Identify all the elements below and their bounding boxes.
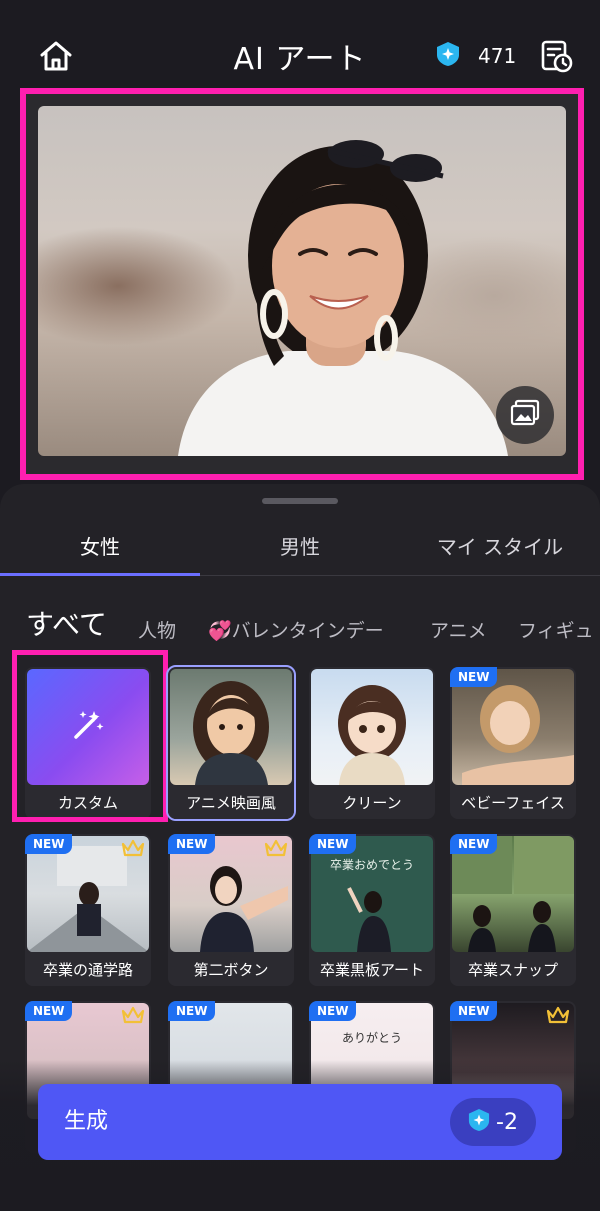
new-badge: NEW <box>25 1001 73 1021</box>
style-label: ベビーフェイス <box>450 787 576 819</box>
clean-image <box>311 669 433 785</box>
generate-button[interactable]: 生成 -2 <box>38 1084 562 1160</box>
new-badge: NEW <box>309 1001 357 1021</box>
category-bar: すべて 人物 💞バレンタインデー アニメ フィギュ <box>0 602 600 652</box>
style-tile-second-button[interactable]: NEW 第二ボタン <box>168 834 294 986</box>
generate-cost: -2 <box>450 1098 536 1146</box>
style-label: 卒業の通学路 <box>25 954 151 986</box>
crown-icon <box>121 838 145 858</box>
anime-girl-illustration <box>193 681 269 785</box>
category-person[interactable]: 人物 <box>138 606 176 652</box>
gem-icon <box>468 1108 490 1136</box>
style-tile-anime-movie[interactable]: アニメ映画風 <box>166 665 296 821</box>
cost-value: -2 <box>496 1109 518 1135</box>
tab-female[interactable]: 女性 <box>0 524 200 576</box>
new-badge: NEW <box>450 834 498 854</box>
category-anime[interactable]: アニメ <box>430 606 487 652</box>
crown-icon <box>546 1005 570 1025</box>
header: AI アート 471 <box>0 0 600 100</box>
new-badge: NEW <box>168 834 216 854</box>
style-label: 第二ボタン <box>168 954 294 986</box>
new-badge: NEW <box>450 667 498 687</box>
app: AI アート 471 女性 男性 マイ スタイル すべて 人物 💞バレンタインデ… <box>0 0 600 1211</box>
gender-tabs: 女性 男性 マイ スタイル <box>0 524 600 576</box>
style-label: 卒業黒板アート <box>309 954 435 986</box>
credit-count: 471 <box>478 44 517 68</box>
gallery-button[interactable] <box>496 386 554 444</box>
category-figure[interactable]: フィギュ <box>518 606 594 652</box>
style-label: アニメ映画風 <box>168 787 294 819</box>
new-badge: NEW <box>25 834 73 854</box>
style-tile-clean[interactable]: クリーン <box>309 667 435 819</box>
portrait-illustration <box>178 140 508 456</box>
clean-girl-illustration <box>338 685 406 785</box>
tab-my-style[interactable]: マイ スタイル <box>400 524 600 576</box>
history-icon[interactable] <box>536 36 576 76</box>
style-label: クリーン <box>309 787 435 819</box>
style-tile-chalkboard[interactable]: 卒業おめでとう NEW 卒業黒板アート <box>309 834 435 986</box>
gallery-icon <box>510 399 540 431</box>
crown-icon <box>264 838 288 858</box>
style-tile-baby-face[interactable]: NEW ベビーフェイス <box>450 667 576 819</box>
custom-style-highlight <box>12 650 168 822</box>
generate-label: 生成 <box>64 1109 109 1134</box>
tab-male[interactable]: 男性 <box>200 524 400 576</box>
category-valentine[interactable]: 💞バレンタインデー <box>208 606 384 652</box>
uploaded-photo[interactable] <box>38 106 566 456</box>
category-all[interactable]: すべて <box>26 602 107 650</box>
credit-balance[interactable]: 471 <box>436 40 516 72</box>
crown-icon <box>121 1005 145 1025</box>
gem-icon <box>436 41 460 71</box>
style-tile-graduation-path[interactable]: NEW 卒業の通学路 <box>25 834 151 986</box>
new-badge: NEW <box>309 834 357 854</box>
new-badge: NEW <box>168 1001 216 1021</box>
style-label: 卒業スナップ <box>450 954 576 986</box>
anime-movie-image <box>170 669 292 785</box>
new-badge: NEW <box>450 1001 498 1021</box>
letter-text: ありがとう <box>341 1031 402 1045</box>
selected-photo-frame <box>20 88 584 480</box>
active-tab-indicator <box>0 573 200 576</box>
sheet-drag-handle[interactable] <box>262 498 338 504</box>
style-tile-graduation-snap[interactable]: NEW 卒業スナップ <box>450 834 576 986</box>
